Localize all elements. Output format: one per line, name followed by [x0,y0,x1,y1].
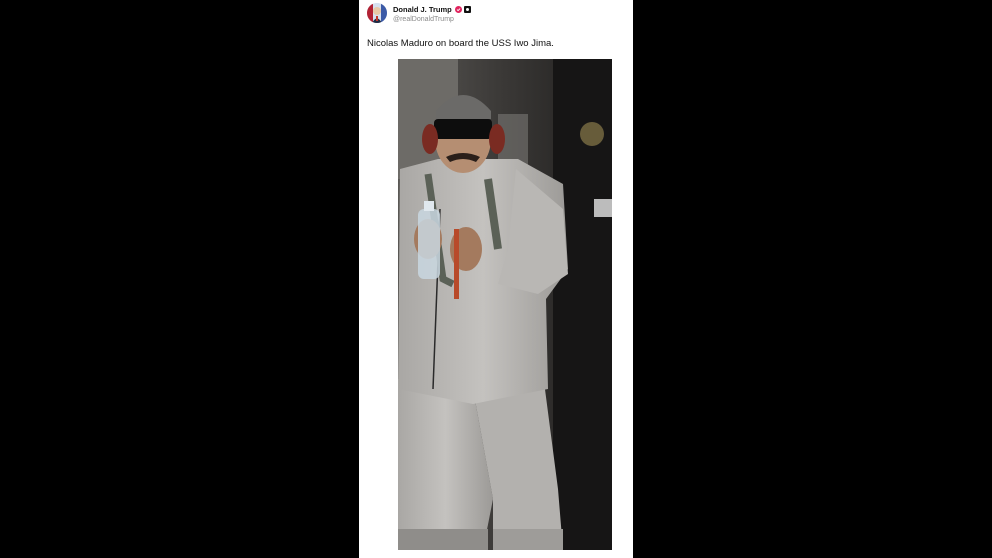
verified-badge-icon [454,5,462,13]
avatar[interactable] [367,3,387,23]
name-row: Donald J. Trump [393,4,471,15]
post-text: Nicolas Maduro on board the USS Iwo Jima… [367,38,554,49]
post-photo[interactable] [398,59,612,550]
display-name[interactable]: Donald J. Trump [393,5,452,14]
avatar-image [367,3,387,23]
post-header: Donald J. Trump @realDonaldTrump [367,3,471,23]
handle[interactable]: @realDonaldTrump [393,16,471,23]
post-card: Donald J. Trump @realDonaldTrump Nicolas… [359,0,633,558]
author-info: Donald J. Trump @realDonaldTrump [393,4,471,23]
affiliation-badge-icon [463,5,471,13]
